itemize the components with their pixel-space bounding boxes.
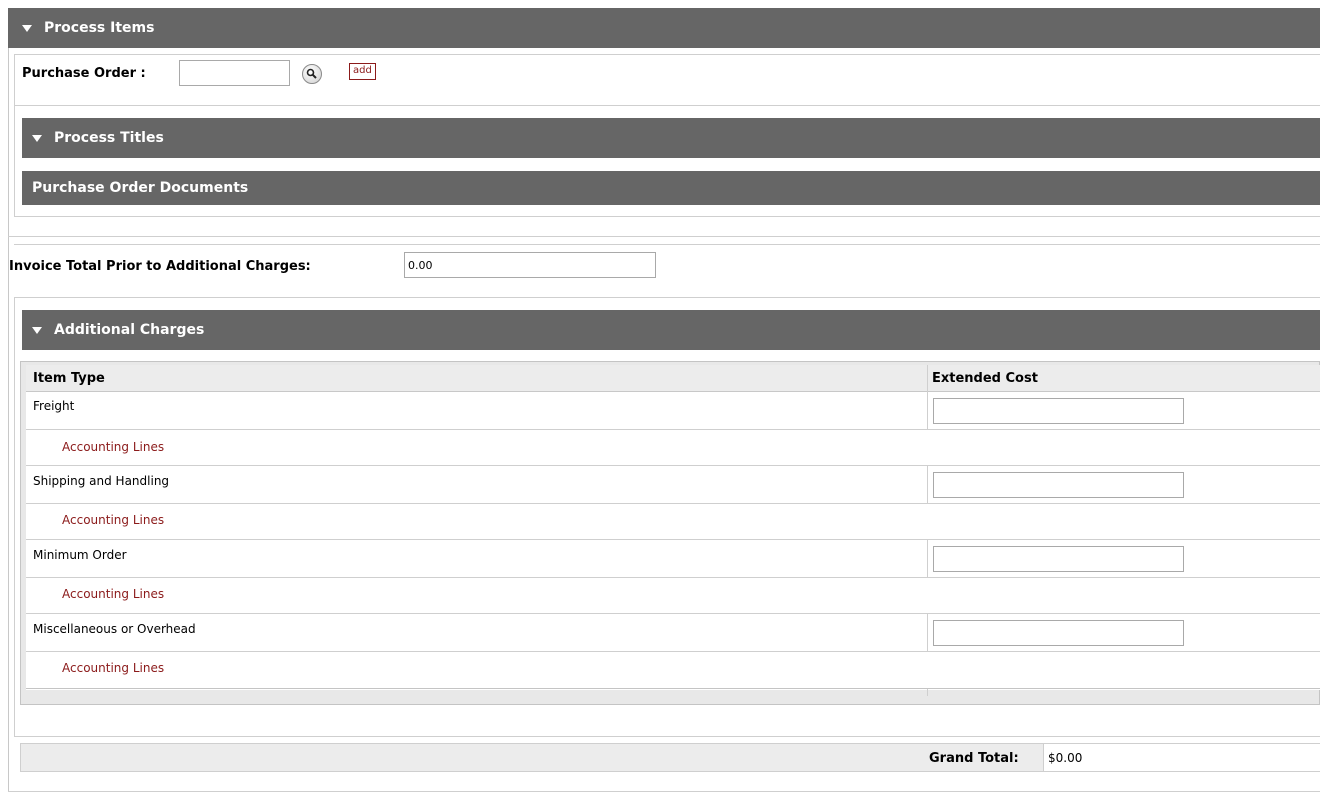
additional-charges-header[interactable]: Additional Charges [22,310,1320,350]
extended-cost-freight-input[interactable] [933,398,1184,424]
extended-cost-minimum-order-input[interactable] [933,546,1184,572]
process-titles-title: Process Titles [54,130,164,146]
accounting-lines-link-miscellaneous[interactable]: Accounting Lines [62,661,164,675]
item-type-minimum-order: Minimum Order [33,548,127,562]
purchase-order-input[interactable] [179,60,290,86]
add-button[interactable]: add [349,63,376,80]
collapse-triangle-icon[interactable] [22,24,32,32]
purchase-order-documents-header: Purchase Order Documents [22,171,1320,205]
accounting-lines-link-freight[interactable]: Accounting Lines [62,440,164,454]
collapse-triangle-icon[interactable] [32,326,42,334]
extended-cost-miscellaneous-input[interactable] [933,620,1184,646]
item-type-miscellaneous: Miscellaneous or Overhead [33,622,196,636]
process-items-header[interactable]: Process Items [8,8,1320,48]
col-header-extended-cost: Extended Cost [932,371,1038,386]
process-titles-header[interactable]: Process Titles [22,118,1320,158]
invoice-total-label: Invoice Total Prior to Additional Charge… [9,259,311,274]
search-icon[interactable] [302,64,322,84]
grand-total-label: Grand Total: [929,751,1019,766]
purchase-order-label: Purchase Order : [22,66,146,81]
grand-total-value: $0.00 [1048,751,1083,765]
purchase-order-documents-title: Purchase Order Documents [32,180,249,196]
accounting-lines-link-minimum-order[interactable]: Accounting Lines [62,587,164,601]
table-header-row [26,365,1320,392]
accounting-lines-link-shipping[interactable]: Accounting Lines [62,513,164,527]
collapse-triangle-icon[interactable] [32,134,42,142]
additional-charges-title: Additional Charges [54,322,205,338]
item-type-freight: Freight [33,399,75,413]
col-header-item-type: Item Type [33,371,105,386]
process-items-title: Process Items [44,20,155,36]
item-type-shipping: Shipping and Handling [33,474,170,488]
extended-cost-shipping-input[interactable] [933,472,1184,498]
invoice-total-input[interactable] [404,252,656,278]
